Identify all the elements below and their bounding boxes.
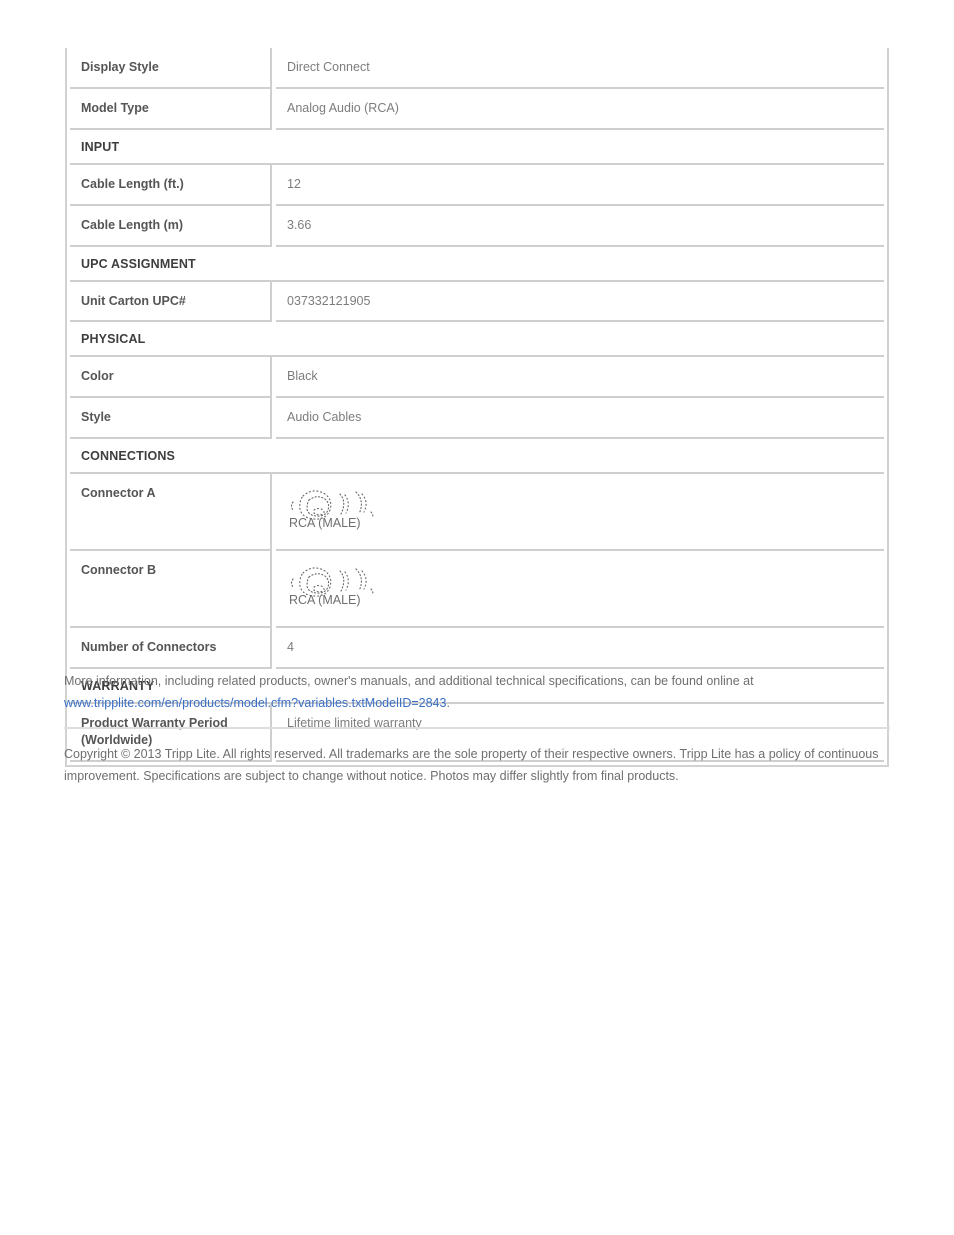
spec-row: Cable Length (m) 3.66	[70, 205, 884, 247]
spec-row: Model Type Analog Audio (RCA)	[70, 88, 884, 130]
spec-label: Cable Length (m)	[70, 205, 272, 247]
spec-value: 4	[276, 628, 884, 669]
spec-value: Black	[276, 357, 884, 399]
spec-value: Direct Connect	[276, 48, 884, 89]
rca-connector-image: RCA (MALE)	[287, 559, 383, 615]
spec-label: Connector B	[70, 551, 272, 629]
spec-row: Unit Carton UPC# 037332121905	[70, 281, 884, 323]
connector-type-label: RCA (MALE)	[289, 516, 361, 531]
spec-section-header-row: CONNECTIONS	[70, 439, 884, 475]
more-information-note: More information, including related prod…	[64, 670, 890, 714]
spec-label: Number of Connectors	[70, 628, 272, 669]
footer-divider	[64, 727, 890, 729]
spec-row: Cable Length (ft.) 12	[70, 164, 884, 206]
product-page-link[interactable]: www.tripplite.com/en/products/model.cfm?…	[64, 696, 446, 710]
spec-value: Analog Audio (RCA)	[276, 89, 884, 130]
more-information-text: More information, including related prod…	[64, 674, 754, 688]
specifications-table-container: Display Style Direct Connect Model Type Ana…	[65, 48, 889, 767]
spec-label: Cable Length (ft.)	[70, 164, 272, 206]
spec-label: Color	[70, 357, 272, 399]
section-header-label: PHYSICAL	[70, 322, 884, 358]
spec-value: 3.66	[276, 206, 884, 247]
spec-section-header-row: INPUT	[70, 130, 884, 165]
copyright-notice: Copyright © 2013 Tripp Lite. All rights …	[64, 747, 879, 783]
specification-page: Display Style Direct Connect Model Type Ana…	[0, 0, 954, 1235]
spec-section-header-row: UPC ASSIGNMENT	[70, 247, 884, 282]
spec-value: 037332121905	[276, 282, 884, 323]
connector-type-label: RCA (MALE)	[289, 593, 361, 608]
spec-label: Display Style	[70, 48, 272, 89]
section-header-label: INPUT	[70, 130, 884, 165]
spec-row: Connector B RCA (MALE)	[70, 551, 884, 629]
spec-value: Audio Cables	[276, 398, 884, 440]
spec-row: Display Style Direct Connect	[70, 48, 884, 89]
specifications-table: Display Style Direct Connect Model Type Ana…	[70, 48, 884, 762]
spec-label: Unit Carton UPC#	[70, 281, 272, 323]
section-header-label: CONNECTIONS	[70, 439, 884, 475]
spec-label: Connector A	[70, 474, 272, 552]
section-header-label: UPC ASSIGNMENT	[70, 247, 884, 282]
spec-section-header-row: PHYSICAL	[70, 322, 884, 358]
spec-value: RCA (MALE)	[276, 474, 884, 552]
spec-label: Style	[70, 398, 272, 440]
spec-value: RCA (MALE)	[276, 551, 884, 629]
spec-row: Connector A RCA (MALE)	[70, 474, 884, 552]
spec-row: Color Black	[70, 357, 884, 399]
link-trailing-period: .	[446, 696, 450, 710]
rca-connector-image: RCA (MALE)	[287, 482, 383, 538]
spec-row: Number of Connectors 4	[70, 628, 884, 669]
spec-label: Model Type	[70, 88, 272, 130]
spec-value: 12	[276, 165, 884, 206]
spec-row: Style Audio Cables	[70, 398, 884, 440]
